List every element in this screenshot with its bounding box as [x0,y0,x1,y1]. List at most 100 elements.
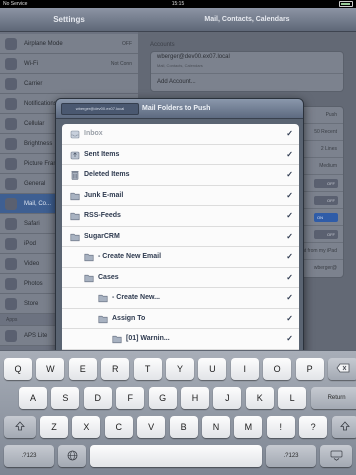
key-p[interactable]: P [295,358,324,380]
key-question[interactable]: ? [299,416,328,438]
folder-row[interactable]: [01] Warnin... ✓ [62,329,299,350]
folder-icon [70,191,80,201]
settings-item-label: iPod [24,241,37,247]
ipad-screen: No Service 15:15 Settings Airplane Mode O… [0,0,356,475]
toggle-switch[interactable]: OFF [314,230,338,239]
folder-label: Junk E-mail [84,191,124,199]
folder-label: Assign To [112,314,146,322]
settings-item-label: Carrier [24,81,43,87]
key-x[interactable]: X [72,416,101,438]
key-j[interactable]: J [213,387,242,409]
key-n[interactable]: N [202,416,230,438]
space-bar[interactable] [90,445,262,467]
key-t[interactable]: T [133,358,162,380]
key-h[interactable]: H [181,387,209,409]
folder-row[interactable]: SugarCRM ✓ [62,227,299,247]
app-icon [5,330,17,342]
settings-item-icon [5,198,17,210]
key-o[interactable]: O [263,358,292,380]
settings-item-icon [5,218,17,230]
hide-keyboard-key[interactable] [320,445,352,467]
folder-list: Inbox ✓ Sent Items ✓ Deleted Items ✓ Junk E-ma… [62,124,299,359]
status-bar: No Service 15:15 [0,0,356,8]
shift-key[interactable] [4,416,36,438]
settings-item[interactable]: Wi-Fi Not Conn [0,54,138,74]
numbers-key[interactable]: .?123 [4,445,54,467]
folder-row[interactable]: Junk E-mail ✓ [62,186,299,206]
key-d[interactable]: D [83,387,112,409]
folder-icon [70,232,80,242]
checkmark-icon: ✓ [286,231,293,241]
key-f[interactable]: F [116,387,145,409]
folder-row[interactable]: - Create New Email ✓ [62,247,299,268]
toggle-switch[interactable]: OFF [314,179,338,188]
settings-item-icon [5,78,17,90]
back-button[interactable]: wberger@dev00.ex07.local [61,103,139,115]
toggle-switch[interactable]: ON [314,213,338,222]
settings-item-icon [5,58,17,70]
folder-label: [01] Warnin... [126,335,170,342]
key-l[interactable]: L [278,387,307,409]
key-a[interactable]: A [19,387,47,409]
settings-item-icon [5,278,17,290]
globe-key[interactable] [58,445,86,467]
checkmark-icon: ✓ [286,334,293,343]
key-exclam[interactable]: ! [266,416,295,438]
key-i[interactable]: I [230,358,259,380]
key-e[interactable]: E [68,358,97,380]
add-account-row[interactable]: Add Account... [151,74,343,91]
settings-item-label: Airplane Mode [24,41,63,47]
mail-setting-value: Medium [319,163,337,169]
folder-label: Sent Items [84,150,120,158]
settings-item-label: General [24,181,46,187]
key-y[interactable]: Y [166,358,194,380]
folder-row[interactable]: - Create New... ✓ [62,288,299,309]
folder-row[interactable]: Sent Items ✓ [62,145,299,165]
numbers-key-right[interactable]: .?123 [266,445,316,467]
folder-icon [98,314,108,324]
settings-item-icon [5,178,17,190]
settings-item-icon [5,158,17,170]
settings-item-icon [5,258,17,270]
key-w[interactable]: W [36,358,65,380]
folder-row[interactable]: Cases ✓ [62,268,299,288]
folder-row[interactable]: Assign To ✓ [62,309,299,329]
key-z[interactable]: Z [40,416,68,438]
key-r[interactable]: R [101,358,130,380]
account-row[interactable]: wberger@dev00.ex07.local Mail, Contacts,… [151,52,343,74]
mail-setting-value: Push [325,112,337,118]
settings-item[interactable]: Carrier [0,74,138,94]
settings-app-label: APS Lite [24,333,48,339]
settings-item-icon [5,98,17,110]
trash-icon [70,170,80,180]
key-q[interactable]: Q [4,358,32,380]
folder-label: Inbox [84,130,103,137]
key-k[interactable]: K [245,387,274,409]
checkmark-icon: ✓ [286,211,293,220]
checkmark-icon: ✓ [286,313,293,323]
return-key[interactable]: Return [310,387,356,409]
key-m[interactable]: M [234,416,263,438]
key-s[interactable]: S [51,387,80,409]
settings-item[interactable]: Airplane Mode OFF [0,34,138,54]
key-g[interactable]: G [148,387,177,409]
detail-title: Mail, Contacts, Calendars [138,8,356,32]
account-subtitle: Mail, Contacts, Calendars [157,63,203,68]
shift-key-right[interactable] [331,416,356,438]
key-c[interactable]: C [104,416,133,438]
key-v[interactable]: V [137,416,166,438]
key-u[interactable]: U [198,358,227,380]
folder-label: Cases [98,273,119,281]
folder-row[interactable]: Deleted Items ✓ [62,165,299,186]
folder-icon [84,273,94,283]
settings-item-icon [5,138,17,150]
folder-icon [84,252,94,262]
backspace-key[interactable] [328,358,356,380]
account-name: wberger@dev00.ex07.local [157,54,230,60]
settings-item-icon [5,298,17,310]
folder-row[interactable]: RSS-Feeds ✓ [62,206,299,227]
battery-icon [339,1,353,7]
settings-item-label: Notifications [24,101,57,107]
toggle-switch[interactable]: OFF [314,196,338,205]
key-b[interactable]: B [169,416,198,438]
